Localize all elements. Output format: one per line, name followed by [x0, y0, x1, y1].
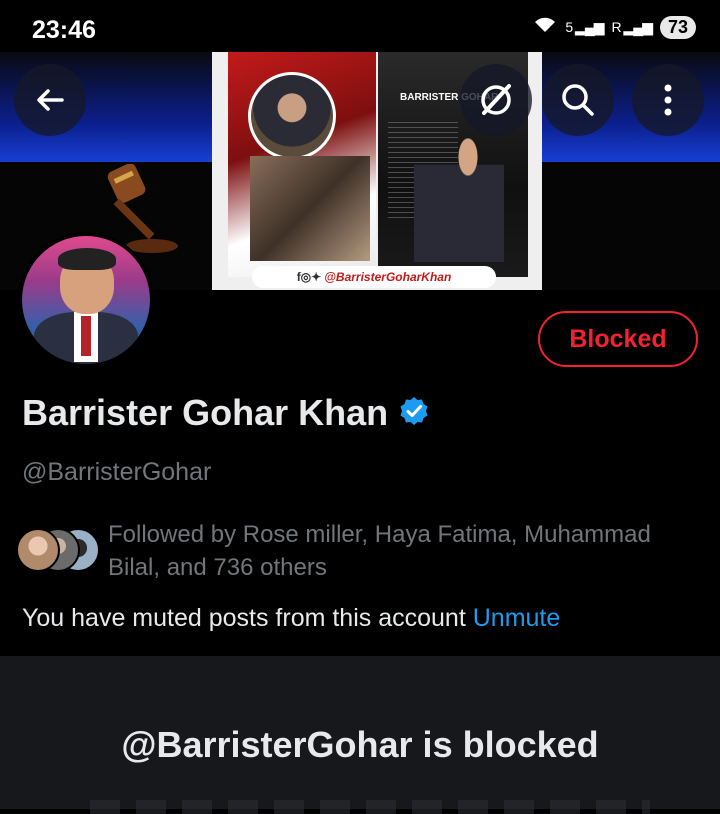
muted-text: You have muted posts from this account — [22, 604, 466, 632]
social-icons: f◎✦ — [296, 270, 322, 284]
avatar-tie — [81, 316, 91, 356]
blocked-heading: @BarristerGohar is blocked — [121, 724, 599, 765]
more-vertical-icon — [664, 84, 672, 116]
signal-icon-2: R ▂▄▆ — [611, 19, 653, 35]
magazine-speaker-photo — [414, 122, 504, 262]
back-arrow-icon — [37, 89, 64, 111]
follower-avatar — [16, 528, 60, 572]
follower-avatars — [16, 528, 100, 572]
profile-name: Barrister Gohar Khan — [22, 392, 389, 433]
status-bar: 23:46 5 ▂▄▆ R ▂▄▆ 73 — [0, 0, 720, 52]
unmute-link[interactable]: Unmute — [473, 604, 561, 632]
magazine-portrait — [248, 72, 336, 160]
followed-by-row[interactable]: Followed by Rose miller, Haya Fatima, Mu… — [16, 518, 698, 584]
verified-badge-icon[interactable] — [398, 395, 430, 432]
muted-notice: You have muted posts from this account U… — [22, 604, 560, 633]
cutoff-text — [90, 800, 650, 814]
back-button[interactable] — [14, 64, 86, 136]
battery-indicator: 73 — [659, 16, 696, 39]
grok-button[interactable] — [460, 64, 532, 136]
wifi-icon — [533, 16, 557, 39]
avatar-photo — [22, 236, 150, 364]
profile-avatar[interactable] — [18, 232, 154, 368]
magazine-handle: f◎✦ @BarristerGoharKhan — [252, 266, 496, 288]
search-button[interactable] — [542, 64, 614, 136]
magazine-left-page — [228, 52, 376, 277]
search-icon — [562, 84, 594, 116]
profile-name-row: Barrister Gohar Khan — [22, 392, 430, 434]
avatar-hair — [58, 248, 116, 270]
followed-by-text: Followed by Rose miller, Haya Fatima, Mu… — [108, 521, 651, 581]
signal-icon: 5 ▂▄▆ — [565, 19, 604, 35]
profile-handle: @BarristerGohar — [22, 458, 212, 486]
more-button[interactable] — [632, 64, 704, 136]
magazine-crowd-photo — [250, 156, 370, 261]
status-time: 23:46 — [32, 16, 96, 44]
status-icons: 5 ▂▄▆ R ▂▄▆ 73 — [533, 16, 696, 39]
blocked-button[interactable]: Blocked — [538, 311, 698, 367]
grok-icon — [481, 84, 511, 115]
